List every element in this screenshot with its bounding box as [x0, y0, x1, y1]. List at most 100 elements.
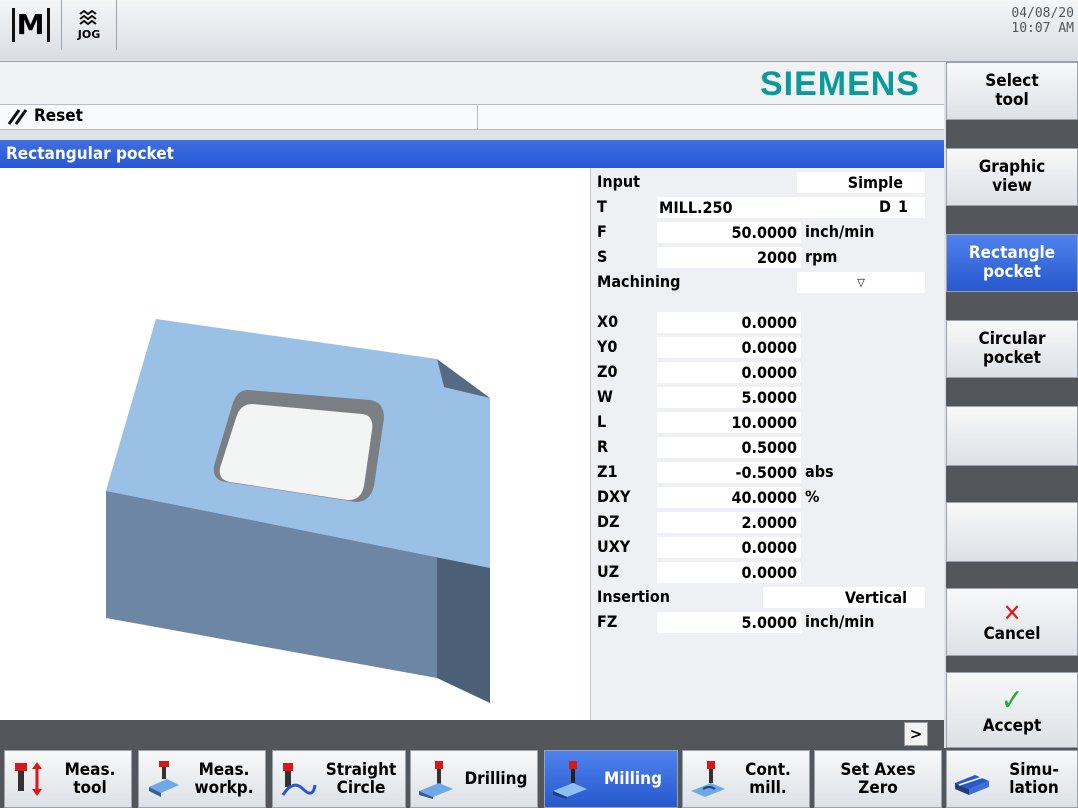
- softkey-label: Zero: [858, 778, 898, 798]
- softkey-label: lation: [1009, 778, 1059, 798]
- d-label: D: [879, 197, 891, 216]
- r-label: R: [597, 437, 609, 456]
- empty-softkey-5[interactable]: [946, 406, 1078, 466]
- softkey-label: Graphic: [978, 157, 1046, 177]
- graphic-view-softkey[interactable]: Graphic view: [946, 148, 1078, 206]
- param-row-machining: Machining ▽: [597, 270, 937, 294]
- f-label: F: [597, 222, 607, 241]
- straight-circle-icon: [281, 763, 317, 796]
- fz-field[interactable]: 5.0000: [657, 612, 801, 633]
- y0-label: Y0: [597, 337, 618, 356]
- x0-field[interactable]: 0.0000: [657, 312, 801, 333]
- milling-icon: [553, 761, 587, 799]
- channel-status-row: Reset: [0, 104, 944, 130]
- jog-mode-label: JOG: [77, 27, 101, 41]
- machine-mode-button[interactable]: M: [0, 0, 62, 50]
- param-row-insertion: Insertion Vertical: [597, 585, 937, 609]
- length-field[interactable]: 10.0000: [657, 412, 801, 433]
- softkey-expand-strip: >: [0, 720, 944, 748]
- measure-workpiece-icon: [149, 761, 179, 797]
- spindle-speed-field[interactable]: 2000: [657, 247, 801, 268]
- softkey-label: Set Axes: [840, 760, 916, 780]
- spindle-speed-unit[interactable]: rpm: [805, 245, 837, 269]
- meas-tool-softkey[interactable]: Meas. tool: [4, 750, 132, 808]
- contour-milling-icon: [691, 761, 725, 797]
- softkey-label: Accept: [982, 715, 1042, 736]
- straight-circle-softkey[interactable]: Straight Circle: [272, 750, 406, 808]
- uxy-field[interactable]: 0.0000: [657, 537, 801, 558]
- fz-unit[interactable]: inch/min: [805, 610, 874, 634]
- x0-label: X0: [597, 312, 619, 331]
- w-label: W: [597, 387, 613, 406]
- param-row-l: L 10.0000: [597, 410, 937, 434]
- channel-status-text: Reset: [34, 106, 83, 126]
- fz-label: FZ: [597, 612, 618, 631]
- insertion-select[interactable]: Vertical: [763, 587, 925, 608]
- contour-milling-softkey[interactable]: Cont. mill.: [682, 750, 810, 808]
- input-label: Input: [597, 172, 641, 191]
- z0-label: Z0: [597, 362, 618, 381]
- empty-softkey-6[interactable]: [946, 502, 1078, 562]
- accept-softkey[interactable]: ✓ Accept: [946, 672, 1078, 748]
- cancel-x-icon: ✕: [1002, 598, 1022, 627]
- param-row-x0: X0 0.0000: [597, 310, 937, 334]
- z1-field[interactable]: -0.5000: [657, 462, 801, 483]
- machining-dropdown[interactable]: ▽: [797, 272, 925, 293]
- parameter-panel: Input Simple T MILL.250 D 1 F 50.0000 in…: [590, 168, 944, 720]
- radius-field[interactable]: 0.5000: [657, 437, 801, 458]
- t-label: T: [597, 197, 607, 216]
- param-row-z1: Z1 -0.5000 abs: [597, 460, 937, 484]
- param-row-t: T MILL.250 D 1: [597, 195, 937, 219]
- simulation-softkey[interactable]: Simu- lation: [946, 750, 1078, 808]
- z0-field[interactable]: 0.0000: [657, 362, 801, 383]
- softkey-label: tool: [73, 778, 107, 798]
- softkey-label: Rectangle: [968, 243, 1056, 263]
- set-axes-zero-softkey[interactable]: Set Axes Zero: [814, 750, 942, 808]
- width-field[interactable]: 5.0000: [657, 387, 801, 408]
- z1-label: Z1: [597, 462, 618, 481]
- softkey-label: Circle: [336, 778, 386, 798]
- d-number-field[interactable]: 1: [898, 195, 908, 219]
- more-softkeys-button[interactable]: >: [904, 722, 928, 746]
- meas-workpiece-softkey[interactable]: Meas. workp.: [138, 750, 266, 808]
- dxy-unit[interactable]: %: [805, 485, 819, 509]
- z1-unit[interactable]: abs: [805, 460, 834, 484]
- softkey-label: Meas.: [198, 760, 250, 780]
- cancel-softkey[interactable]: ✕ Cancel: [946, 588, 1078, 656]
- rectangle-pocket-softkey[interactable]: Rectangle pocket: [946, 234, 1078, 292]
- jog-mode-button[interactable]: JOG: [62, 0, 117, 50]
- param-row-uxy: UXY 0.0000: [597, 535, 937, 559]
- select-tool-softkey[interactable]: Select tool: [946, 62, 1078, 120]
- time-text: 10:07 AM: [1011, 21, 1074, 36]
- circular-pocket-softkey[interactable]: Circular pocket: [946, 320, 1078, 378]
- param-row-z0: Z0 0.0000: [597, 360, 937, 384]
- machine-mode-icon: M: [11, 8, 50, 42]
- drilling-softkey[interactable]: Drilling: [410, 750, 538, 808]
- y0-field[interactable]: 0.0000: [657, 337, 801, 358]
- simulation-icon: [955, 775, 989, 795]
- dz-field[interactable]: 2.0000: [657, 512, 801, 533]
- feedrate-field[interactable]: 50.0000: [657, 222, 801, 243]
- dxy-label: DXY: [597, 487, 631, 506]
- dxy-field[interactable]: 40.0000: [657, 487, 801, 508]
- softkey-label: pocket: [983, 348, 1041, 368]
- uz-label: UZ: [597, 562, 620, 581]
- softkey-label: Meas.: [64, 760, 116, 780]
- param-row-dxy: DXY 40.0000 %: [597, 485, 937, 509]
- param-row-input: Input Simple: [597, 170, 937, 194]
- softkey-label: Milling: [603, 769, 662, 789]
- input-mode-select[interactable]: Simple: [797, 172, 925, 193]
- dz-label: DZ: [597, 512, 620, 531]
- block-corner-face: [437, 545, 490, 703]
- pocket-help-graphic: [0, 168, 590, 720]
- accept-check-icon: ✓: [1000, 682, 1024, 718]
- jog-wave-icon: [79, 9, 97, 25]
- softkey-label: Straight: [325, 760, 397, 780]
- milling-softkey[interactable]: Milling: [544, 750, 678, 808]
- brand-row: SIEMENS: [0, 62, 944, 106]
- uz-field[interactable]: 0.0000: [657, 562, 801, 583]
- softkey-label: Select: [985, 71, 1039, 91]
- status-divider: [477, 105, 478, 130]
- softkey-label: Simu-: [1009, 760, 1059, 780]
- feedrate-unit[interactable]: inch/min: [805, 220, 874, 244]
